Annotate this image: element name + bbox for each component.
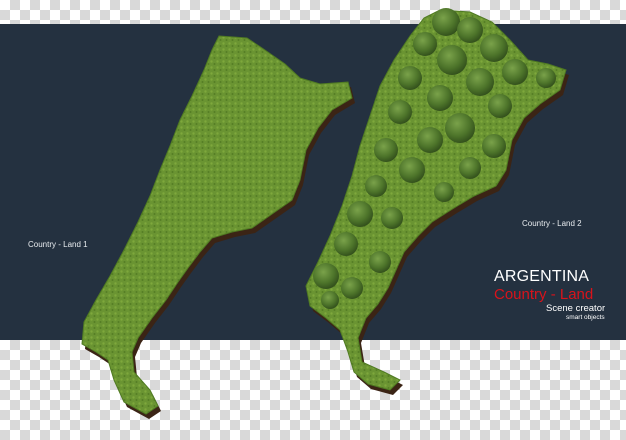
brand-title: ARGENTINA	[494, 268, 590, 285]
land-1-label: Country - Land 1	[28, 240, 88, 249]
brand-creator: Scene creator	[546, 303, 606, 314]
argentina-land-1-model	[81, 35, 355, 419]
brand-tagline: smart objects	[566, 314, 605, 321]
brand-subtitle: Country - Land	[494, 286, 594, 303]
argentina-land-2-model	[305, 8, 569, 395]
land-2-label: Country - Land 2	[522, 219, 582, 228]
